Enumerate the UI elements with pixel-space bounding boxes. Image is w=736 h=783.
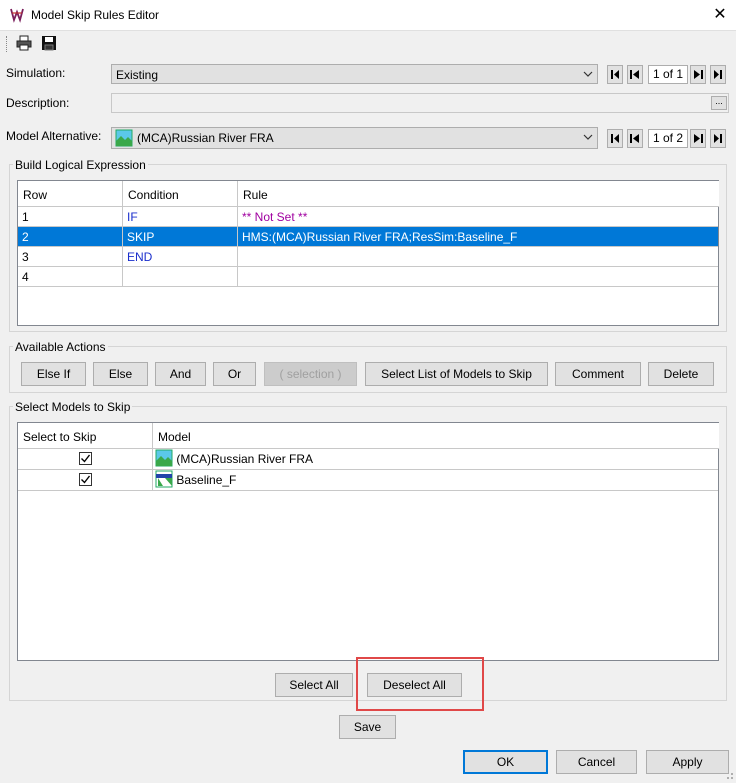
deselect-all-button[interactable]: Deselect All (367, 673, 462, 697)
comment-button[interactable]: Comment (555, 362, 641, 386)
row-rule (238, 267, 718, 287)
table-row[interactable]: 1 IF ** Not Set ** (18, 207, 718, 227)
close-button[interactable]: ✕ (706, 1, 734, 29)
table-row[interactable]: Baseline_F (18, 470, 718, 491)
selection-button[interactable]: ( selection ) (264, 362, 357, 386)
column-header-rule[interactable]: Rule (238, 181, 719, 207)
ok-button[interactable]: OK (463, 750, 548, 774)
alt-prev-button[interactable] (627, 129, 643, 148)
model-name: Baseline_F (176, 473, 237, 487)
table-row[interactable]: (MCA)Russian River FRA (18, 449, 718, 470)
row-number: 1 (18, 207, 123, 227)
chevron-down-icon (583, 71, 593, 77)
model-alternative-select[interactable]: (MCA)Russian River FRA (111, 127, 598, 149)
window-title: Model Skip Rules Editor (31, 8, 160, 22)
chevron-down-icon (583, 134, 593, 140)
table-row-selected[interactable]: 2 SKIP HMS:(MCA)Russian River FRA;ResSim… (18, 227, 718, 247)
apply-button[interactable]: Apply (646, 750, 729, 774)
skip-models-table[interactable]: Select to Skip Model (MCA)Russian River … (17, 422, 719, 661)
next-icon (694, 134, 703, 143)
column-header-model[interactable]: Model (153, 423, 719, 449)
row-condition (123, 267, 238, 287)
select-all-button[interactable]: Select All (275, 673, 353, 697)
else-if-button[interactable]: Else If (21, 362, 86, 386)
skip-checkbox-cell[interactable] (18, 470, 153, 491)
sim-count: 1 of 1 (648, 65, 688, 84)
row-rule: ** Not Set ** (242, 210, 308, 224)
table-row[interactable]: 3 END (18, 247, 718, 267)
simulation-label: Simulation: (6, 66, 66, 80)
select-models-title: Select Models to Skip (13, 400, 133, 414)
model-name: (MCA)Russian River FRA (176, 452, 314, 466)
first-icon (611, 134, 619, 143)
and-button[interactable]: And (155, 362, 206, 386)
row-number: 3 (18, 247, 123, 267)
checkmark-icon (81, 454, 91, 463)
description-label: Description: (6, 96, 70, 110)
build-expression-title: Build Logical Expression (13, 158, 148, 172)
row-rule (238, 247, 718, 267)
app-logo-icon (10, 8, 24, 23)
prev-icon (630, 134, 639, 143)
row-rule: HMS:(MCA)Russian River FRA;ResSim:Baseli… (242, 230, 518, 244)
printer-icon[interactable] (15, 34, 33, 52)
last-icon (714, 70, 722, 79)
resize-grip-icon (727, 773, 733, 779)
alt-last-button[interactable] (710, 129, 726, 148)
row-number: 2 (18, 227, 123, 247)
floppy-disk-icon[interactable] (40, 34, 58, 52)
close-icon: ✕ (713, 6, 727, 23)
last-icon (714, 134, 722, 143)
row-condition: IF (123, 207, 238, 227)
prev-icon (630, 70, 639, 79)
hms-model-icon (155, 449, 173, 467)
alt-first-button[interactable] (607, 129, 623, 148)
sim-first-button[interactable] (607, 65, 623, 84)
table-row[interactable]: 4 (18, 267, 718, 287)
checkmark-icon (81, 475, 91, 484)
sim-last-button[interactable] (710, 65, 726, 84)
simulation-value: Existing (116, 68, 159, 82)
resize-grip[interactable] (722, 768, 734, 780)
column-header-row[interactable]: Row (18, 181, 123, 207)
sim-next-button[interactable] (690, 65, 706, 84)
skip-checkbox[interactable] (79, 452, 92, 465)
title-bar: Model Skip Rules Editor ✕ (0, 0, 736, 31)
skip-checkbox[interactable] (79, 473, 92, 486)
simulation-select[interactable]: Existing (111, 64, 598, 84)
row-number: 4 (18, 267, 123, 287)
description-browse-button[interactable]: ... (711, 96, 727, 110)
toolbar-grip (6, 36, 8, 52)
delete-button[interactable]: Delete (648, 362, 714, 386)
alt-count: 1 of 2 (648, 129, 688, 148)
row-condition: SKIP (123, 227, 238, 247)
cancel-button[interactable]: Cancel (556, 750, 637, 774)
ressim-model-icon (155, 470, 173, 488)
select-list-of-models-button[interactable]: Select List of Models to Skip (365, 362, 548, 386)
sim-prev-button[interactable] (627, 65, 643, 84)
first-icon (611, 70, 619, 79)
available-actions-title: Available Actions (13, 340, 108, 354)
expression-table[interactable]: Row Condition Rule 1 IF ** Not Set ** 2 … (17, 180, 719, 326)
model-alternative-value: (MCA)Russian River FRA (137, 131, 274, 145)
model-cell: (MCA)Russian River FRA (153, 449, 718, 470)
next-icon (694, 70, 703, 79)
alt-next-button[interactable] (690, 129, 706, 148)
description-field[interactable]: ... (111, 93, 729, 113)
column-header-select-to-skip[interactable]: Select to Skip (18, 423, 153, 449)
row-condition: END (123, 247, 238, 267)
save-button[interactable]: Save (339, 715, 396, 739)
else-button[interactable]: Else (93, 362, 148, 386)
model-cell: Baseline_F (153, 470, 718, 491)
hms-model-icon (115, 129, 133, 147)
column-header-condition[interactable]: Condition (123, 181, 238, 207)
model-alternative-label: Model Alternative: (6, 129, 102, 143)
or-button[interactable]: Or (213, 362, 256, 386)
skip-checkbox-cell[interactable] (18, 449, 153, 470)
